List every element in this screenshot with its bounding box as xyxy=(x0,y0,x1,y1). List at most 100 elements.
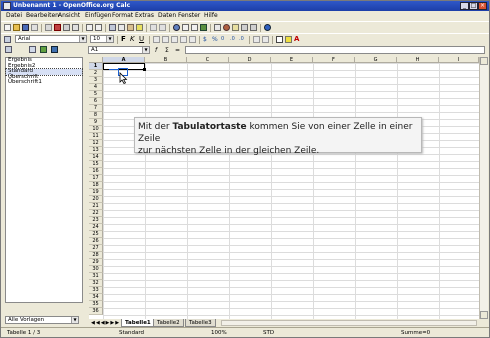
save-icon[interactable] xyxy=(22,24,29,31)
row-header[interactable]: 27 xyxy=(89,245,103,252)
row-header[interactable]: 33 xyxy=(89,287,103,294)
row-header[interactable]: 17 xyxy=(89,175,103,182)
font-color-icon[interactable]: A xyxy=(294,36,301,43)
row-header[interactable]: 2 xyxy=(89,70,103,77)
undo-icon[interactable] xyxy=(150,24,157,31)
menu-ansicht[interactable]: Ansicht xyxy=(58,12,80,19)
chart-icon[interactable] xyxy=(200,24,207,31)
new-document-icon[interactable] xyxy=(4,24,11,31)
align-center-icon[interactable] xyxy=(162,36,169,43)
menu-einfuegen[interactable]: Einfügen xyxy=(85,12,111,19)
menu-datei[interactable]: Datei xyxy=(6,12,22,19)
style-filter-select[interactable]: Alle Vorlagen ▼ xyxy=(5,316,79,324)
chevron-down-icon[interactable]: ▼ xyxy=(79,36,86,42)
hyperlink-icon[interactable] xyxy=(173,24,180,31)
open-folder-icon[interactable] xyxy=(13,24,20,31)
menu-hilfe[interactable]: Hilfe xyxy=(204,12,218,19)
row-header[interactable]: 31 xyxy=(89,273,103,280)
menu-fenster[interactable]: Fenster xyxy=(178,12,200,19)
status-zoom[interactable]: 100% xyxy=(211,330,227,336)
navigator-icon[interactable] xyxy=(223,24,230,31)
row-header[interactable]: 28 xyxy=(89,252,103,259)
menu-bearbeiten[interactable]: Bearbeiten xyxy=(26,12,59,19)
row-header[interactable]: 10 xyxy=(89,126,103,133)
edit-file-icon[interactable] xyxy=(45,24,52,31)
print-icon[interactable] xyxy=(63,24,70,31)
copy-icon[interactable] xyxy=(118,24,125,31)
italic-icon[interactable]: K xyxy=(130,36,137,43)
currency-format-icon[interactable]: $ xyxy=(203,36,210,43)
add-decimal-icon[interactable]: .0 xyxy=(230,36,237,43)
formula-input[interactable] xyxy=(185,46,485,54)
row-header[interactable]: 25 xyxy=(89,231,103,238)
row-header[interactable]: 26 xyxy=(89,238,103,245)
stylist-icon[interactable] xyxy=(4,36,11,43)
merge-cells-icon[interactable] xyxy=(189,36,196,43)
sort-descending-icon[interactable] xyxy=(191,24,198,31)
standard-format-icon[interactable]: 0 xyxy=(221,36,228,43)
vertical-scrollbar[interactable] xyxy=(479,57,488,319)
paragraph-styles-icon[interactable] xyxy=(5,46,12,53)
autospell-icon[interactable] xyxy=(95,24,102,31)
bold-icon[interactable]: F xyxy=(121,36,128,43)
mail-icon[interactable] xyxy=(31,24,38,31)
horizontal-scrollbar[interactable] xyxy=(221,320,477,326)
row-header[interactable]: 13 xyxy=(89,147,103,154)
remove-decimal-icon[interactable]: .0 xyxy=(239,36,246,43)
row-header[interactable]: 32 xyxy=(89,280,103,287)
row-header[interactable]: 7 xyxy=(89,105,103,112)
row-header[interactable]: 30 xyxy=(89,266,103,273)
minimize-button[interactable]: _ xyxy=(460,2,469,10)
row-header[interactable]: 24 xyxy=(89,224,103,231)
tab-navigation-arrows[interactable]: ◀◀◀▶▶▶ xyxy=(91,320,120,326)
row-header[interactable]: 9 xyxy=(89,119,103,126)
row-header[interactable]: 21 xyxy=(89,203,103,210)
maximize-button[interactable]: □ xyxy=(469,2,478,10)
row-header[interactable]: 4 xyxy=(89,84,103,91)
spreadsheet-grid[interactable]: A B C D E F G H I 1 2 3 4 5 6 7 8 9 10 11 12 13 14 15 1… xyxy=(89,57,487,319)
justify-icon[interactable] xyxy=(180,36,187,43)
redo-icon[interactable] xyxy=(159,24,166,31)
help-icon[interactable] xyxy=(264,24,271,31)
row-header[interactable]: 8 xyxy=(89,112,103,119)
row-header[interactable]: 14 xyxy=(89,154,103,161)
row-header[interactable]: 23 xyxy=(89,217,103,224)
row-header[interactable]: 1 xyxy=(89,63,103,70)
export-pdf-icon[interactable] xyxy=(54,24,61,31)
sheet-tab-3[interactable]: Tabelle3 xyxy=(185,319,216,327)
scroll-down-arrow[interactable] xyxy=(480,311,488,319)
borders-icon[interactable] xyxy=(276,36,283,43)
sum-icon[interactable]: Σ xyxy=(165,47,172,54)
row-header[interactable]: 15 xyxy=(89,161,103,168)
row-header[interactable]: 18 xyxy=(89,182,103,189)
row-header[interactable]: 29 xyxy=(89,259,103,266)
row-header[interactable]: 36 xyxy=(89,308,103,315)
align-left-icon[interactable] xyxy=(153,36,160,43)
format-paintbrush-icon[interactable] xyxy=(136,24,143,31)
zoom-icon[interactable] xyxy=(250,24,257,31)
menu-extras[interactable]: Extras xyxy=(135,12,154,19)
align-right-icon[interactable] xyxy=(171,36,178,43)
row-header[interactable]: 22 xyxy=(89,210,103,217)
spellcheck-icon[interactable] xyxy=(86,24,93,31)
chevron-down-icon[interactable]: ▼ xyxy=(106,36,113,42)
row-header[interactable]: 34 xyxy=(89,294,103,301)
decrease-indent-icon[interactable] xyxy=(253,36,260,43)
font-name-combo[interactable]: Arial ▼ xyxy=(15,35,87,43)
font-size-combo[interactable]: 10 ▼ xyxy=(90,35,114,43)
fill-handle[interactable] xyxy=(143,68,146,71)
chevron-down-icon[interactable]: ▼ xyxy=(71,317,78,323)
function-icon[interactable]: = xyxy=(175,47,182,54)
styles-list[interactable]: Ergebnis Ergebnis2 Standard Überschrift … xyxy=(5,57,83,303)
row-header[interactable]: 20 xyxy=(89,196,103,203)
row-header[interactable]: 3 xyxy=(89,77,103,84)
datasources-icon[interactable] xyxy=(241,24,248,31)
row-header[interactable]: 11 xyxy=(89,133,103,140)
style-item[interactable]: Überschrift1 xyxy=(6,80,82,86)
new-style-icon[interactable] xyxy=(40,46,47,53)
cut-icon[interactable] xyxy=(109,24,116,31)
find-replace-icon[interactable] xyxy=(214,24,221,31)
sheet-tab-1[interactable]: Tabelle1 xyxy=(121,319,155,327)
row-header[interactable]: 6 xyxy=(89,98,103,105)
row-header[interactable]: 12 xyxy=(89,140,103,147)
